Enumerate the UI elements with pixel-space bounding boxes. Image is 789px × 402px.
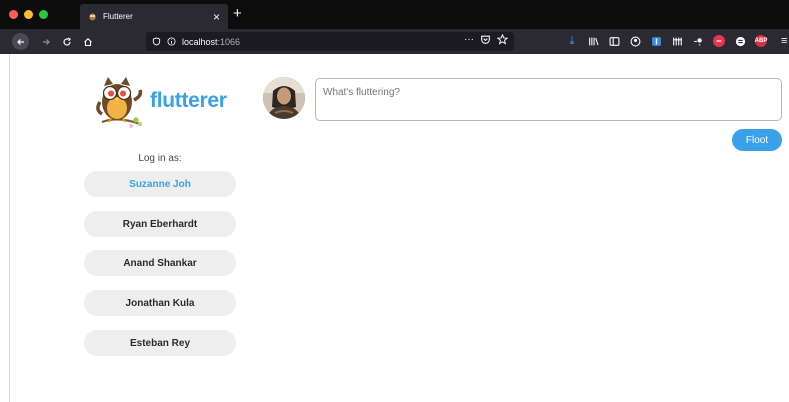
brand-name: flutterer [150,89,227,112]
download-icon[interactable]: ⤓ [566,35,578,47]
page-viewport: flutterer Log in as: Suzanne Joh Ryan Eb… [9,54,789,402]
pocket-icon[interactable] [480,34,491,45]
account-icon[interactable] [629,35,641,47]
home-icon [83,37,92,46]
login-user-button[interactable]: Jonathan Kula [84,290,236,316]
browser-tab-bar: Flutterer × + [0,0,789,29]
browser-nav-bar: localhost:1066 ··· ⤓ ABP ≡ [0,29,789,54]
back-button[interactable] [12,33,29,50]
window-minimize-button[interactable] [24,10,33,19]
page-actions-button[interactable]: ··· [464,34,474,45]
user-photo [263,77,305,119]
hamburger-menu-icon[interactable]: ≡ [781,35,787,47]
owl-logo-icon [96,77,143,128]
floot-button[interactable]: Floot [732,129,782,151]
extension-sync-icon[interactable] [734,35,746,47]
window-close-button[interactable] [9,10,18,19]
extension-grid-icon[interactable] [671,35,683,47]
reload-button[interactable] [58,33,75,50]
extension-character-icon[interactable] [692,35,704,47]
back-arrow-icon [16,38,24,45]
toolbar-icons: ⤓ ABP [566,35,767,47]
info-icon[interactable] [167,37,176,46]
login-user-button[interactable]: Suzanne Joh [84,171,236,197]
brand-header: flutterer [96,72,227,130]
sidebar-icon[interactable] [608,35,620,47]
url-actions: ··· [464,34,508,45]
url-port: :1066 [217,36,241,47]
window-controls [9,10,48,19]
login-user-button[interactable]: Anand Shankar [84,250,236,276]
login-user-button[interactable]: Ryan Eberhardt [84,211,236,237]
avatar [263,77,305,119]
star-icon[interactable] [497,34,508,45]
shield-icon[interactable] [152,37,161,46]
forward-button[interactable] [37,33,54,50]
forward-arrow-icon [42,38,50,45]
window-maximize-button[interactable] [39,10,48,19]
url-bar[interactable]: localhost:1066 ··· [146,32,514,51]
bitwarden-icon[interactable] [650,35,662,47]
browser-tab[interactable]: Flutterer × [80,4,228,29]
home-button[interactable] [79,33,96,50]
compose-input[interactable] [315,78,782,121]
url-host: localhost [182,36,218,47]
library-icon[interactable] [587,35,599,47]
tab-close-icon[interactable]: × [213,11,220,23]
owl-icon [89,13,96,21]
login-label: Log in as: [138,153,182,164]
reload-icon [62,37,71,46]
adblock-icon[interactable]: ABP [755,35,767,47]
tab-title: Flutterer [103,12,133,21]
login-user-button[interactable]: Esteban Rey [84,330,236,356]
extension-red-icon[interactable] [713,35,725,47]
new-tab-button[interactable]: + [233,6,242,21]
